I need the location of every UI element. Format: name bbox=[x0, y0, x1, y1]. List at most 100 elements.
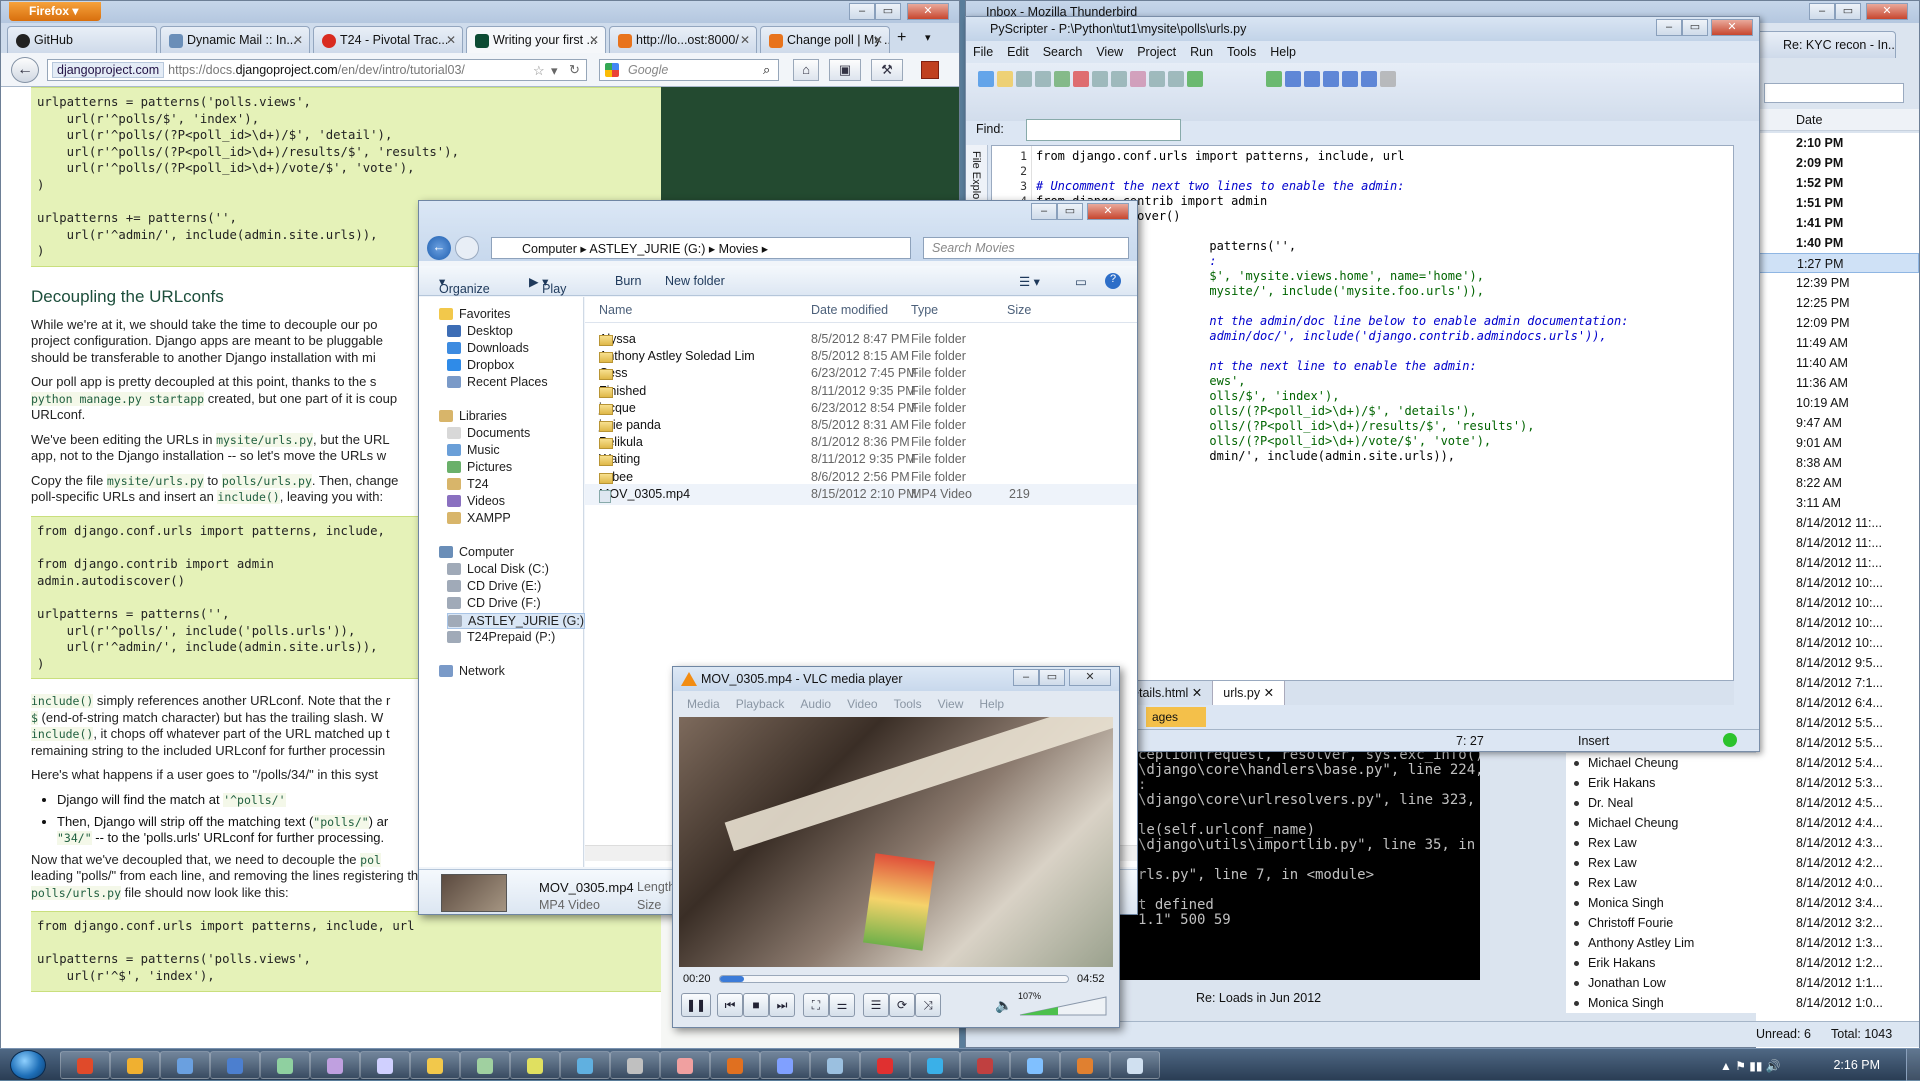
close-tab-icon[interactable]: ✕ bbox=[293, 33, 303, 47]
taskbar-app-button[interactable] bbox=[610, 1051, 660, 1079]
reload-icon[interactable]: ↻ bbox=[569, 62, 580, 78]
maximize-button[interactable]: ▭ bbox=[1057, 203, 1083, 220]
preview-pane-icon[interactable]: ▭ bbox=[1075, 274, 1087, 289]
menu-item[interactable]: View bbox=[930, 695, 972, 711]
message-row[interactable]: 8/14/2012 11:... bbox=[1756, 513, 1919, 533]
message-row[interactable]: 1:40 PM bbox=[1756, 233, 1919, 253]
nav-item[interactable]: Recent Places bbox=[447, 375, 548, 389]
nav-item[interactable]: CD Drive (E:) bbox=[447, 579, 541, 593]
sender-row[interactable]: Jonathan Low bbox=[1566, 973, 1756, 993]
message-row[interactable]: 8/14/2012 5:5... bbox=[1756, 733, 1919, 753]
maximize-button[interactable]: ▭ bbox=[1039, 669, 1065, 686]
message-row[interactable]: 1:52 PM bbox=[1756, 173, 1919, 193]
file-tab[interactable]: urls.py ✕ bbox=[1213, 681, 1286, 705]
volume-slider[interactable]: 107% bbox=[1018, 991, 1108, 1017]
taskbar-app-button[interactable] bbox=[760, 1051, 810, 1079]
file-row[interactable]: MOV_0305.mp4 8/15/2012 2:10 PM MP4 Video 21… bbox=[585, 483, 1137, 505]
message-row[interactable]: 11:36 AM bbox=[1756, 373, 1919, 393]
tools-icon[interactable]: ⚒ bbox=[871, 59, 903, 81]
message-row[interactable]: 9:01 AM bbox=[1756, 433, 1919, 453]
taskbar-app-button[interactable] bbox=[110, 1051, 160, 1079]
toolbar-icon[interactable] bbox=[1168, 71, 1184, 87]
nav-item[interactable]: Dropbox bbox=[447, 358, 514, 372]
next-button[interactable]: ⏭ bbox=[769, 993, 795, 1017]
message-row[interactable]: 8/14/2012 10:... bbox=[1756, 573, 1919, 593]
previous-button[interactable]: ⏮ bbox=[717, 993, 743, 1017]
search-input[interactable]: Google bbox=[599, 59, 779, 81]
nav-item[interactable]: Music bbox=[447, 443, 500, 457]
taskbar-app-button[interactable] bbox=[210, 1051, 260, 1079]
message-row[interactable]: 8/14/2012 5:3... bbox=[1756, 773, 1919, 793]
search-icon[interactable]: ⌕ bbox=[763, 62, 770, 78]
toolbar-icon[interactable] bbox=[1111, 71, 1127, 87]
message-row[interactable]: 8/14/2012 4:2... bbox=[1756, 853, 1919, 873]
toolbar-icon[interactable] bbox=[1342, 71, 1358, 87]
sender-row[interactable]: Monica Singh bbox=[1566, 993, 1756, 1013]
tab-django-tutorial[interactable]: Writing your first ... ✕ bbox=[466, 26, 606, 54]
message-row[interactable]: 9:47 AM bbox=[1756, 413, 1919, 433]
toolbar-icon[interactable] bbox=[978, 71, 994, 87]
message-row[interactable]: 8/14/2012 4:5... bbox=[1756, 793, 1919, 813]
bookmark-star-icon[interactable]: ☆ bbox=[533, 63, 545, 79]
toolbar-icon[interactable] bbox=[1092, 71, 1108, 87]
toolbar-icon[interactable] bbox=[1149, 71, 1165, 87]
message-row[interactable]: 8/14/2012 11:... bbox=[1756, 533, 1919, 553]
close-button[interactable]: ✕ bbox=[1069, 669, 1111, 686]
inline-code-link[interactable]: include() bbox=[31, 694, 94, 709]
quick-filter-input[interactable] bbox=[1764, 83, 1904, 103]
menu-item[interactable]: Search bbox=[1036, 41, 1090, 59]
clock[interactable]: 2:16 PM bbox=[1833, 1058, 1880, 1072]
menu-item[interactable]: Media bbox=[679, 695, 728, 711]
message-row[interactable]: 8/14/2012 1:3... bbox=[1756, 933, 1919, 953]
message-row[interactable]: 8/14/2012 5:5... bbox=[1756, 713, 1919, 733]
tab-dynamic-mail[interactable]: Dynamic Mail :: In... ✕ bbox=[160, 26, 310, 53]
seek-bar[interactable] bbox=[719, 975, 1069, 983]
message-row[interactable]: 8/14/2012 3:4... bbox=[1756, 893, 1919, 913]
message-row[interactable]: 12:25 PM bbox=[1756, 293, 1919, 313]
menu-item[interactable]: Playback bbox=[728, 695, 793, 711]
taskbar-app-button[interactable] bbox=[160, 1051, 210, 1079]
message-row[interactable]: 8/14/2012 7:1... bbox=[1756, 673, 1919, 693]
start-button[interactable] bbox=[10, 1050, 46, 1080]
menu-item[interactable]: Help bbox=[971, 695, 1012, 711]
nav-item[interactable]: CD Drive (F:) bbox=[447, 596, 541, 610]
toolbar-icon[interactable] bbox=[1266, 71, 1282, 87]
view-icon[interactable]: ☰ ▾ bbox=[1019, 274, 1040, 289]
menu-item[interactable]: Tools bbox=[886, 695, 930, 711]
message-row[interactable]: 8/14/2012 4:4... bbox=[1756, 813, 1919, 833]
tab-github[interactable]: GitHub bbox=[7, 26, 157, 53]
nav-item[interactable]: ASTLEY_JURIE (G:) bbox=[447, 613, 585, 629]
column-type[interactable]: Type bbox=[911, 303, 938, 317]
menu-item[interactable]: Help bbox=[1263, 41, 1303, 59]
message-row[interactable]: 12:09 PM bbox=[1756, 313, 1919, 333]
message-row[interactable]: 8/14/2012 9:5... bbox=[1756, 653, 1919, 673]
taskbar-app-button[interactable] bbox=[960, 1051, 1010, 1079]
back-icon[interactable]: ← bbox=[427, 236, 451, 260]
taskbar-app-button[interactable] bbox=[860, 1051, 910, 1079]
breadcrumb-movies[interactable]: Movies bbox=[719, 242, 759, 256]
bottom-tab[interactable]: ages bbox=[1146, 707, 1206, 727]
taskbar-app-button[interactable] bbox=[260, 1051, 310, 1079]
menu-item[interactable]: Video bbox=[839, 695, 885, 711]
nav-item[interactable]: Documents bbox=[447, 426, 530, 440]
message-row[interactable]: 11:49 AM bbox=[1756, 333, 1919, 353]
toolbar-icon[interactable] bbox=[1187, 71, 1203, 87]
taskbar-app-button[interactable] bbox=[660, 1051, 710, 1079]
message-row[interactable]: 8/14/2012 11:... bbox=[1756, 553, 1919, 573]
column-date[interactable]: Date modified bbox=[811, 303, 888, 317]
close-tab-icon[interactable]: ✕ bbox=[873, 33, 883, 47]
taskbar-app-button[interactable] bbox=[1010, 1051, 1060, 1079]
maximize-button[interactable]: ▭ bbox=[875, 3, 901, 20]
nav-item[interactable]: Videos bbox=[447, 494, 505, 508]
message-row[interactable]: 8:22 AM bbox=[1756, 473, 1919, 493]
message-row[interactable]: 8/14/2012 3:2... bbox=[1756, 913, 1919, 933]
menu-item[interactable]: Audio bbox=[792, 695, 839, 711]
toolbar-icon[interactable] bbox=[1285, 71, 1301, 87]
tray-icons[interactable]: ▲ ⚑ ▮▮ 🔊 bbox=[1720, 1059, 1781, 1073]
tab-localhost[interactable]: http://lo...ost:8000/✕ bbox=[609, 26, 757, 53]
tab-list-icon[interactable]: ▾ bbox=[925, 31, 931, 44]
sender-row[interactable]: Rex Law bbox=[1566, 853, 1756, 873]
message-row[interactable]: 8/14/2012 10:... bbox=[1756, 613, 1919, 633]
minimize-button[interactable]: – bbox=[1013, 669, 1039, 686]
breadcrumb-drive[interactable]: ASTLEY_JURIE (G:) bbox=[589, 242, 705, 256]
